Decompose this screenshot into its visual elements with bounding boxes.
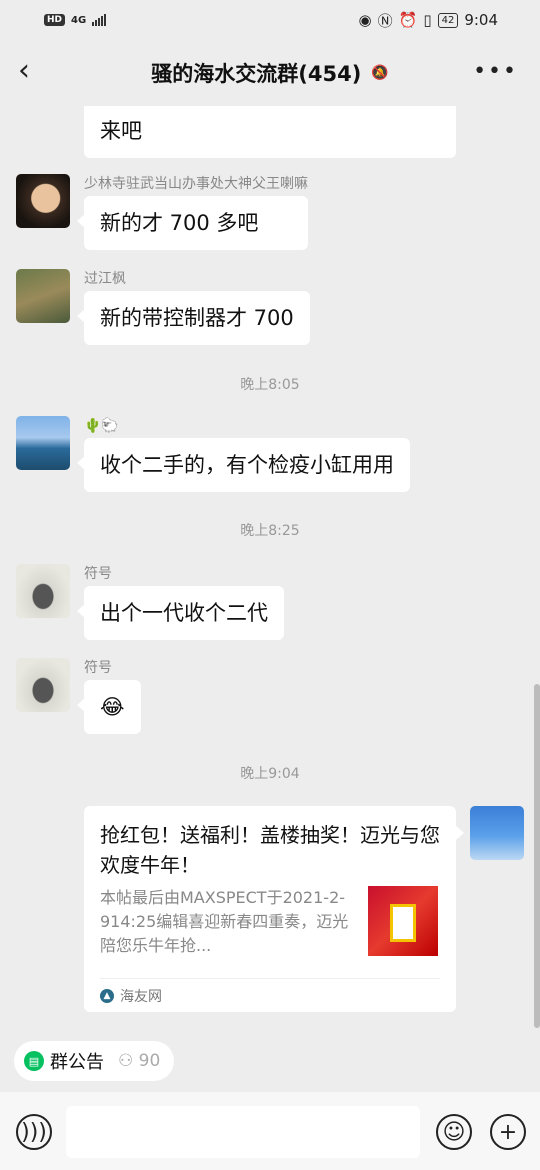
hd-badge: HD	[44, 14, 66, 26]
group-title: 骚的海水交流群(454)	[151, 62, 362, 86]
back-arrow-icon[interactable]: ‹	[18, 56, 46, 86]
chat-header: ‹ 骚的海水交流群(454) 🔕 •••	[0, 40, 540, 106]
battery-icon: 42	[437, 12, 459, 28]
avatar[interactable]	[16, 416, 70, 470]
message-item: 少林寺驻武当山办事处大神父王喇嘛 新的才 700 多吧	[16, 174, 308, 250]
emoji-icon[interactable]: ☺	[436, 1114, 472, 1150]
link-card-description: 本帖最后由MAXSPECT于2021-2-914:25编辑喜迎新春四重奏，迈光陪…	[100, 888, 349, 955]
plus-icon[interactable]: +	[490, 1114, 526, 1150]
message-bubble[interactable]: 收个二手的，有个检疫小缸用用	[77, 438, 410, 492]
avatar[interactable]	[16, 174, 70, 228]
timestamp: 晚上8:05	[240, 377, 300, 393]
status-bar: HD 4G ◉ Ⓝ ⏰ ▯ 42 9:04	[0, 0, 540, 40]
message-item: 🌵🐑 收个二手的，有个检疫小缸用用	[16, 416, 410, 492]
clock: 9:04	[464, 11, 498, 29]
more-icon[interactable]: •••	[473, 61, 518, 83]
sender-name: 符号	[84, 566, 112, 582]
message-bubble[interactable]: 新的带控制器才 700	[77, 291, 310, 345]
input-bar: ))) ☺ +	[0, 1092, 540, 1170]
group-notice-button[interactable]: ▤ 群公告 ⚇ 90	[14, 1041, 175, 1081]
message-item: 符号 出个一代收个二代	[16, 564, 284, 640]
link-card-source: ▲ 海友网	[100, 978, 440, 1012]
network-label: 4G	[71, 14, 87, 26]
sender-name: 过江枫	[84, 271, 126, 287]
message-input[interactable]	[66, 1106, 420, 1158]
voice-icon[interactable]: )))	[16, 1114, 52, 1150]
avatar[interactable]	[16, 564, 70, 618]
timestamp: 晚上9:04	[240, 766, 300, 782]
message-bubble[interactable]: 😂	[77, 680, 141, 734]
chat-area[interactable]: 来吧 少林寺驻武当山办事处大神父王喇嘛 新的才 700 多吧 过江枫 新的带控制…	[0, 106, 540, 1028]
member-count: ⚇ 90	[118, 1051, 161, 1071]
link-card-title: 抢红包！送福利！盖楼抽奖！迈光与您欢度牛年！	[100, 823, 440, 877]
message-item: 过江枫 新的带控制器才 700	[16, 269, 310, 345]
message-item: 来吧	[16, 106, 456, 158]
sender-name: 少林寺驻武当山办事处大神父王喇嘛	[84, 176, 308, 192]
message-item: 符号 😂	[16, 658, 141, 734]
bell-mute-icon: 🔕	[371, 65, 389, 81]
message-bubble[interactable]: 出个一代收个二代	[77, 586, 284, 640]
sender-name: 符号	[84, 660, 112, 676]
nfc-icon: Ⓝ	[377, 11, 393, 30]
alarm-icon: ⏰	[398, 11, 418, 29]
message-bubble[interactable]: 新的才 700 多吧	[77, 196, 308, 250]
signal-icon	[92, 14, 107, 26]
sender-name: 🌵🐑	[84, 418, 119, 434]
source-logo-icon: ▲	[100, 988, 114, 1003]
link-card[interactable]: 抢红包！送福利！盖楼抽奖！迈光与您欢度牛年！ 本帖最后由MAXSPECT于202…	[84, 806, 464, 1012]
vibrate-icon: ▯	[423, 11, 432, 29]
link-card-thumbnail	[368, 886, 438, 956]
timestamp: 晚上8:25	[240, 523, 300, 539]
group-notice-label: 群公告	[50, 1052, 104, 1073]
avatar[interactable]	[16, 658, 70, 712]
eye-icon: ◉	[358, 11, 372, 29]
notice-icon: ▤	[24, 1051, 44, 1071]
message-bubble[interactable]: 来吧	[84, 106, 456, 158]
my-avatar[interactable]	[470, 806, 524, 860]
avatar[interactable]	[16, 269, 70, 323]
scrollbar[interactable]	[534, 684, 540, 1028]
